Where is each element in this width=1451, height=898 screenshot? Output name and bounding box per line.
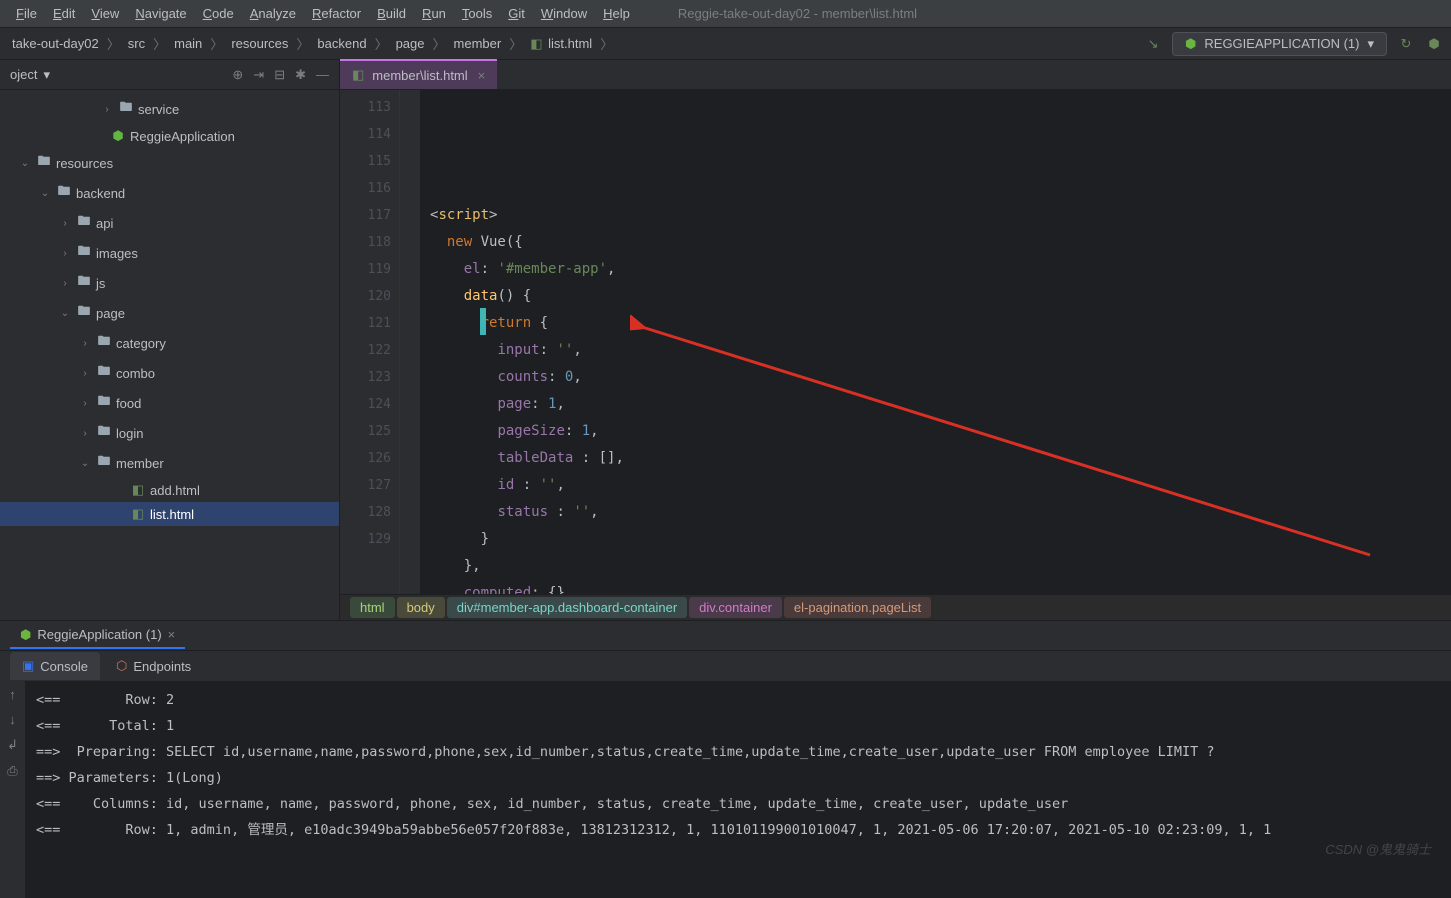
menu-edit[interactable]: Edit [45, 3, 83, 24]
run-config-label: REGGIEAPPLICATION (1) [1204, 36, 1359, 51]
breadcrumb-list.html[interactable]: ◧ list.html [526, 34, 596, 54]
collapse-icon[interactable]: ⊟ [274, 67, 285, 83]
subtab-endpoints[interactable]: ⬡Endpoints [104, 652, 203, 680]
run-panel: ⬢ ReggieApplication (1) × ▣Console⬡Endpo… [0, 620, 1451, 898]
editor-body[interactable]: 113 114 115 116 117 118 119 120 121 122 … [340, 90, 1451, 594]
console-output[interactable]: <== Row: 2 <== Total: 1 ==> Preparing: S… [26, 681, 1451, 898]
menu-navigate[interactable]: Navigate [127, 3, 194, 24]
element-crumb[interactable]: html [350, 597, 395, 618]
run-tab-label: ReggieApplication (1) [37, 627, 161, 642]
code-area[interactable]: <script> new Vue({ el: '#member-app', da… [420, 90, 1451, 594]
scroll-top-icon[interactable]: ↑ [9, 687, 16, 702]
menu-view[interactable]: View [83, 3, 127, 24]
editor-tabs: ◧ member\list.html × [340, 60, 1451, 90]
rerun-icon[interactable]: ↻ [1397, 35, 1415, 53]
hide-panel-icon[interactable]: — [316, 67, 329, 83]
run-tab[interactable]: ⬢ ReggieApplication (1) × [10, 623, 185, 649]
spring-icon: ⬢ [20, 627, 31, 643]
breadcrumb-page[interactable]: page [392, 34, 429, 53]
chevron-down-icon: ▾ [1367, 36, 1374, 52]
editor-tab-label: member\list.html [372, 68, 467, 83]
menu-build[interactable]: Build [369, 3, 414, 24]
close-tab-icon[interactable]: × [478, 68, 486, 83]
menu-file[interactable]: File [8, 3, 45, 24]
print-icon[interactable]: ⎙ [7, 763, 17, 779]
breadcrumb-main[interactable]: main [170, 34, 206, 53]
tree-item-images[interactable]: ›🖿images [0, 238, 339, 268]
tree-item-resources[interactable]: ⌄🖿resources [0, 148, 339, 178]
tree-item-js[interactable]: ›🖿js [0, 268, 339, 298]
element-crumb[interactable]: el-pagination.pageList [784, 597, 931, 618]
subtab-console[interactable]: ▣Console [10, 652, 100, 680]
project-panel-header: oject ▾ ⊕ ⇥ ⊟ ✱ — [0, 60, 339, 90]
tree-item-api[interactable]: ›🖿api [0, 208, 339, 238]
element-crumb[interactable]: div.container [689, 597, 782, 618]
tree-item-combo[interactable]: ›🖿combo [0, 358, 339, 388]
menu-analyze[interactable]: Analyze [242, 3, 304, 24]
tree-item-login[interactable]: ›🖿login [0, 418, 339, 448]
element-breadcrumb: htmlbodydiv#member-app.dashboard-contain… [340, 594, 1451, 620]
breadcrumb-backend[interactable]: backend [313, 34, 370, 53]
expand-icon[interactable]: ⇥ [253, 67, 264, 83]
tree-item-ReggieApplication[interactable]: ⬢ReggieApplication [0, 124, 339, 148]
line-gutter: 113 114 115 116 117 118 119 120 121 122 … [340, 90, 400, 594]
nav-bar: take-out-day02〉src〉main〉resources〉backen… [0, 28, 1451, 60]
project-tree[interactable]: ›🖿service⬢ReggieApplication⌄🖿resources⌄🖿… [0, 90, 339, 620]
select-opened-icon[interactable]: ⊕ [232, 67, 243, 83]
run-config-dropdown[interactable]: ⬢ REGGIEAPPLICATION (1) ▾ [1172, 32, 1387, 56]
tree-item-member[interactable]: ⌄🖿member [0, 448, 339, 478]
close-run-tab-icon[interactable]: × [168, 627, 176, 642]
spring-icon: ⬢ [1185, 36, 1196, 52]
menu-tools[interactable]: Tools [454, 3, 500, 24]
tree-item-food[interactable]: ›🖿food [0, 388, 339, 418]
tree-item-category[interactable]: ›🖿category [0, 328, 339, 358]
tree-item-service[interactable]: ›🖿service [0, 94, 339, 124]
run-subtabs: ▣Console⬡Endpoints [0, 651, 1451, 681]
change-marker [480, 308, 486, 335]
menu-bar: FileEditViewNavigateCodeAnalyzeRefactorB… [0, 0, 1451, 28]
scroll-down-icon[interactable]: ↓ [9, 712, 16, 727]
menu-run[interactable]: Run [414, 3, 454, 24]
build-icon[interactable]: ↘ [1144, 35, 1162, 53]
console-sidebar: ↑ ↓ ↲ ⎙ [0, 681, 26, 898]
tree-item-page[interactable]: ⌄🖿page [0, 298, 339, 328]
toolbar-right: ↘ ⬢ REGGIEAPPLICATION (1) ▾ ↻ ⬢ [1144, 32, 1443, 56]
breadcrumbs: take-out-day02〉src〉main〉resources〉backen… [8, 34, 613, 54]
run-tabs: ⬢ ReggieApplication (1) × [0, 621, 1451, 651]
breadcrumb-member[interactable]: member [450, 34, 506, 53]
tree-item-list.html[interactable]: ◧list.html [0, 502, 339, 526]
watermark: CSDN @鬼鬼骑士 [1325, 839, 1431, 858]
html-file-icon: ◧ [352, 67, 364, 83]
breadcrumb-src[interactable]: src [124, 34, 149, 53]
soft-wrap-icon[interactable]: ↲ [7, 737, 18, 753]
editor-area: ◧ member\list.html × 113 114 115 116 117… [340, 60, 1451, 620]
menu-refactor[interactable]: Refactor [304, 3, 369, 24]
menu-code[interactable]: Code [195, 3, 242, 24]
element-crumb[interactable]: body [397, 597, 445, 618]
editor-tab[interactable]: ◧ member\list.html × [340, 59, 497, 89]
settings-icon[interactable]: ✱ [295, 67, 306, 83]
menu-git[interactable]: Git [500, 3, 533, 24]
breadcrumb-take-out-day02[interactable]: take-out-day02 [8, 34, 103, 53]
debug-icon[interactable]: ⬢ [1425, 35, 1443, 53]
breadcrumb-resources[interactable]: resources [227, 34, 292, 53]
tree-item-add.html[interactable]: ◧add.html [0, 478, 339, 502]
menu-window[interactable]: Window [533, 3, 595, 24]
menu-help[interactable]: Help [595, 3, 638, 24]
tree-item-backend[interactable]: ⌄🖿backend [0, 178, 339, 208]
fold-strip [400, 90, 420, 594]
window-title: Reggie-take-out-day02 - member\list.html [678, 6, 917, 21]
project-panel: oject ▾ ⊕ ⇥ ⊟ ✱ — ›🖿service⬢ReggieApplic… [0, 60, 340, 620]
element-crumb[interactable]: div#member-app.dashboard-container [447, 597, 687, 618]
project-dropdown-icon[interactable]: ▾ [43, 67, 50, 83]
project-title: oject [10, 67, 37, 82]
